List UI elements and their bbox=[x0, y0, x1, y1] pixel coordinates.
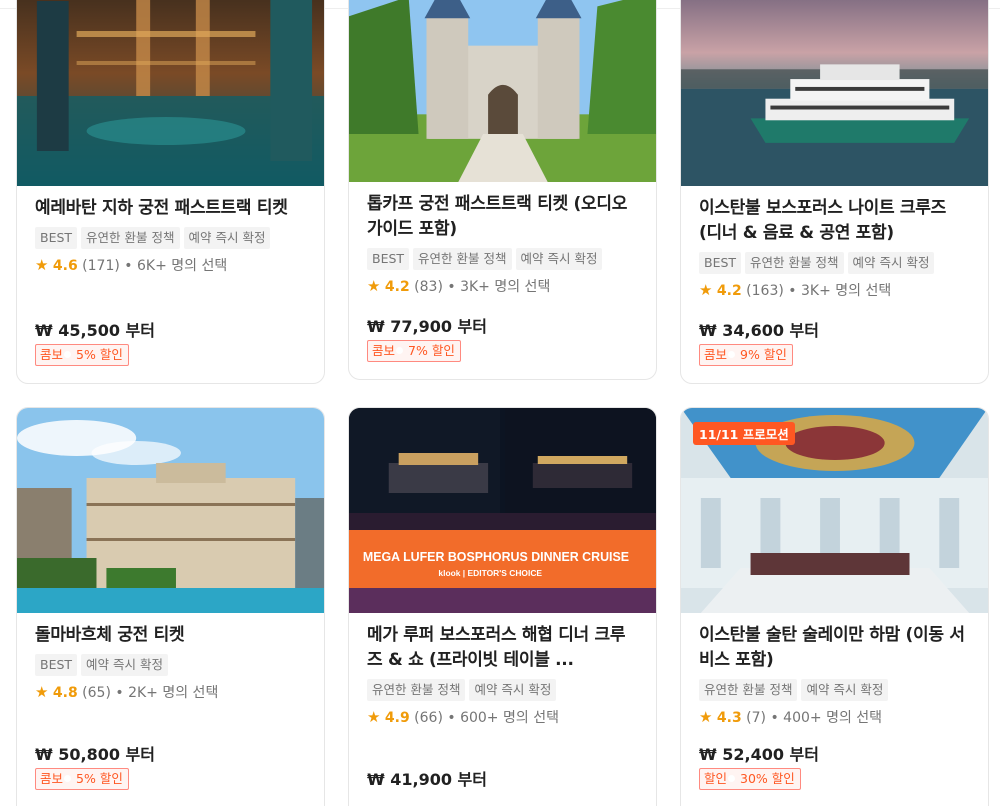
tag-instant: 예약 즉시 확정 bbox=[81, 654, 168, 676]
star-icon: ★ bbox=[367, 277, 381, 295]
tag-instant: 예약 즉시 확정 bbox=[847, 252, 935, 274]
product-image bbox=[681, 0, 988, 186]
price: ₩ 34,600 부터 bbox=[699, 321, 819, 340]
image-banner-title: MEGA LUFER BOSPHORUS DINNER CRUISE bbox=[363, 550, 629, 564]
rating-row: ★ 4.2 (163) • 3K+ 명의 선택 bbox=[699, 280, 970, 301]
booked-count: • 6K+ 명의 선택 bbox=[124, 258, 228, 274]
price: ₩ 77,900 부터 bbox=[367, 317, 487, 336]
promo-discount: 9% 할인 bbox=[728, 345, 792, 365]
rating-row: ★ 4.8 (65) • 2K+ 명의 선택 bbox=[35, 682, 306, 703]
promo-discount: 5% 할인 bbox=[64, 345, 128, 365]
product-image bbox=[17, 408, 324, 613]
product-card-mega-lufer-cruise[interactable]: MEGA LUFER BOSPHORUS DINNER CRUISE klook… bbox=[348, 407, 657, 806]
review-count: (7) bbox=[746, 710, 767, 726]
tag-refund: 유연한 환불 정책 bbox=[413, 248, 512, 270]
promo-label: 콤보 5% 할인 bbox=[35, 768, 129, 790]
review-count: (66) bbox=[414, 710, 443, 726]
rating-score: 4.2 bbox=[384, 279, 410, 295]
rating-row: ★ 4.3 (7) • 400+ 명의 선택 bbox=[699, 707, 970, 728]
promo-label: 콤보 9% 할인 bbox=[699, 344, 793, 366]
price: ₩ 41,900 부터 bbox=[367, 770, 487, 789]
price: ₩ 50,800 부터 bbox=[35, 745, 155, 764]
product-image bbox=[349, 0, 656, 182]
rating-score: 4.9 bbox=[384, 710, 410, 726]
tag-best: BEST bbox=[35, 654, 78, 676]
review-count: (65) bbox=[82, 685, 111, 701]
price: ₩ 52,400 부터 bbox=[699, 745, 819, 764]
rating-row: ★ 4.2 (83) • 3K+ 명의 선택 bbox=[367, 276, 638, 297]
star-icon: ★ bbox=[699, 281, 713, 299]
promo-label: 콤보 5% 할인 bbox=[35, 344, 129, 366]
tag-instant: 예약 즉시 확정 bbox=[515, 248, 603, 270]
tag-instant: 예약 즉시 확정 bbox=[801, 679, 889, 701]
product-title[interactable]: 예레바탄 지하 궁전 패스트트랙 티켓 bbox=[35, 196, 306, 221]
rating-score: 4.6 bbox=[52, 258, 78, 274]
promo-discount: 30% 할인 bbox=[728, 769, 800, 789]
rating-score: 4.8 bbox=[52, 685, 78, 701]
promo-label: 콤보 7% 할인 bbox=[367, 340, 461, 362]
rating-row: ★ 4.6 (171) • 6K+ 명의 선택 bbox=[35, 255, 306, 276]
promotion-badge: 11/11 프로모션 bbox=[693, 422, 795, 445]
tag-refund: 유연한 환불 정책 bbox=[81, 227, 180, 249]
review-count: (163) bbox=[746, 283, 784, 299]
product-card-dolmabahce[interactable]: 돌마바흐체 궁전 티켓 BEST 예약 즉시 확정 ★ 4.8 (65) • 2… bbox=[16, 407, 325, 806]
tag-best: BEST bbox=[367, 248, 410, 270]
product-title[interactable]: 돌마바흐체 궁전 티켓 bbox=[35, 623, 306, 648]
tag-instant: 예약 즉시 확정 bbox=[469, 679, 557, 701]
booked-count: • 400+ 명의 선택 bbox=[770, 710, 883, 726]
rating-score: 4.2 bbox=[716, 283, 742, 299]
rating-score: 4.3 bbox=[716, 710, 742, 726]
promo-discount: 7% 할인 bbox=[396, 341, 460, 361]
product-card-topkapi[interactable]: 톱카프 궁전 패스트트랙 티켓 (오디오 가이드 포함) BEST 유연한 환불… bbox=[348, 0, 657, 380]
product-card-hammam[interactable]: 11/11 프로모션 이스탄불 술탄 술레이만 하맘 (이동 서비스 포함) 유… bbox=[680, 407, 989, 806]
product-title[interactable]: 톱카프 궁전 패스트트랙 티켓 (오디오 가이드 포함) bbox=[367, 192, 638, 242]
promo-label: 할인 30% 할인 bbox=[699, 768, 801, 790]
promo-discount: 5% 할인 bbox=[64, 769, 128, 789]
booked-count: • 3K+ 명의 선택 bbox=[447, 279, 551, 295]
product-card-basilica-cistern[interactable]: 예레바탄 지하 궁전 패스트트랙 티켓 BEST 유연한 환불 정책 예약 즉시… bbox=[16, 0, 325, 384]
rating-row: ★ 4.9 (66) • 600+ 명의 선택 bbox=[367, 707, 638, 728]
product-card-bosphorus-night-cruise[interactable]: 이스탄불 보스포러스 나이트 크루즈 (디너 & 음료 & 공연 포함) BES… bbox=[680, 0, 989, 384]
product-image: 11/11 프로모션 bbox=[681, 408, 988, 613]
star-icon: ★ bbox=[35, 256, 49, 274]
review-count: (83) bbox=[414, 279, 443, 295]
booked-count: • 600+ 명의 선택 bbox=[447, 710, 559, 726]
tag-best: BEST bbox=[699, 252, 742, 274]
tag-refund: 유연한 환불 정책 bbox=[699, 679, 798, 701]
product-image bbox=[17, 0, 324, 186]
product-title[interactable]: 이스탄불 보스포러스 나이트 크루즈 (디너 & 음료 & 공연 포함) bbox=[699, 196, 970, 246]
tag-best: BEST bbox=[35, 227, 78, 249]
star-icon: ★ bbox=[699, 708, 713, 726]
booked-count: • 3K+ 명의 선택 bbox=[788, 283, 892, 299]
tag-instant: 예약 즉시 확정 bbox=[183, 227, 271, 249]
price: ₩ 45,500 부터 bbox=[35, 321, 155, 340]
image-banner-subtitle: klook | EDITOR'S CHOICE bbox=[438, 568, 542, 578]
star-icon: ★ bbox=[35, 683, 49, 701]
product-title[interactable]: 메가 루퍼 보스포러스 해협 디너 크루즈 & 쇼 (프라이빗 테이블 ... bbox=[367, 623, 638, 673]
review-count: (171) bbox=[82, 258, 120, 274]
booked-count: • 2K+ 명의 선택 bbox=[115, 685, 219, 701]
star-icon: ★ bbox=[367, 708, 381, 726]
tag-refund: 유연한 환불 정책 bbox=[745, 252, 844, 274]
product-title[interactable]: 이스탄불 술탄 술레이만 하맘 (이동 서비스 포함) bbox=[699, 623, 970, 673]
product-image: MEGA LUFER BOSPHORUS DINNER CRUISE klook… bbox=[349, 408, 656, 613]
tag-refund: 유연한 환불 정책 bbox=[367, 679, 466, 701]
